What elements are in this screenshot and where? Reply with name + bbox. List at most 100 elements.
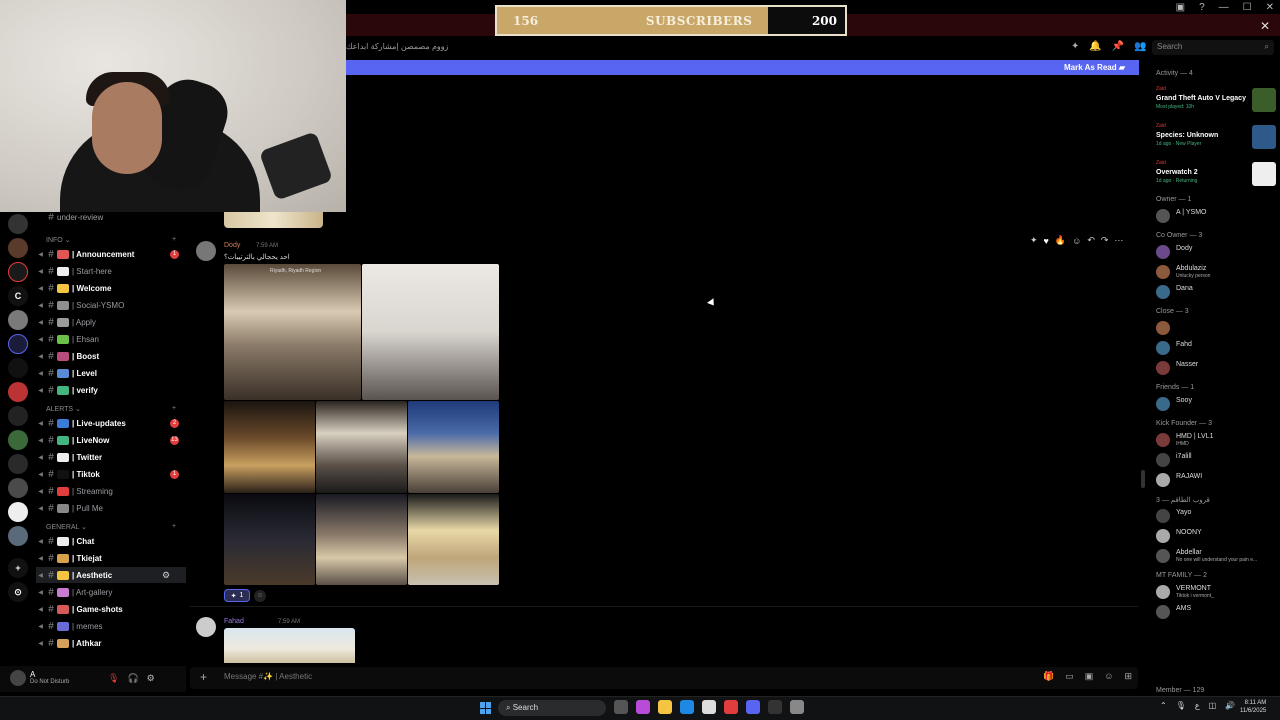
channel-item[interactable]: ◀ # | Announcement 1 xyxy=(36,246,186,262)
member-item[interactable]: AMS xyxy=(1156,604,1280,622)
volume-icon[interactable]: 🔊 xyxy=(1225,701,1235,710)
forward-icon[interactable]: ↷ xyxy=(1101,235,1109,246)
mark-as-read-bar[interactable]: Mark As Read ▰ xyxy=(346,60,1139,75)
add-channel-icon[interactable]: + xyxy=(172,236,176,243)
add-channel-icon[interactable]: + xyxy=(172,405,176,412)
channel-item[interactable]: ◀ # | Tkiejat xyxy=(36,550,186,566)
members-icon[interactable]: 👥 xyxy=(1134,41,1146,52)
server-icon[interactable] xyxy=(8,454,28,474)
channel-item[interactable]: ◀ # | Game-shots xyxy=(36,601,186,617)
bell-icon[interactable]: 🔔 xyxy=(1089,41,1101,52)
close-icon[interactable]: ✕ xyxy=(1260,19,1270,33)
deafen-icon[interactable]: 🎧 xyxy=(127,673,138,684)
server-icon[interactable] xyxy=(8,262,28,282)
mute-icon[interactable]: 🎙 xyxy=(108,673,119,684)
channel-item[interactable]: ◀ # | Aesthetic ⚙ xyxy=(36,567,186,583)
clock[interactable]: 8:11 AM 11/6/2025 xyxy=(1240,699,1266,715)
member-item[interactable]: Dana xyxy=(1156,284,1280,302)
server-icon-c[interactable]: C xyxy=(8,286,28,306)
avatar[interactable] xyxy=(196,241,216,261)
wifi-icon[interactable]: ◫ xyxy=(1209,701,1217,710)
channel-item[interactable]: ◀ # | Tiktok 1 xyxy=(36,466,186,482)
channel-item[interactable]: ◀ # | Apply xyxy=(36,314,186,330)
server-icon[interactable] xyxy=(8,382,28,402)
file-explorer-icon[interactable] xyxy=(658,700,672,714)
message-author[interactable]: Fahad xyxy=(224,618,244,625)
server-icon[interactable] xyxy=(8,334,28,354)
channel-item[interactable]: ◀ # | Live-updates 2 xyxy=(36,415,186,431)
channel-under-review[interactable]: # under-review xyxy=(36,209,186,225)
inbox-icon[interactable]: ▣ xyxy=(1176,2,1185,13)
channel-item[interactable]: ◀ # | Ehsan xyxy=(36,331,186,347)
channel-item[interactable]: ◀ # | Social-YSMO xyxy=(36,297,186,313)
message-image[interactable] xyxy=(224,401,315,493)
member-item[interactable]: i7alill xyxy=(1156,452,1280,470)
server-icon[interactable] xyxy=(8,430,28,450)
brave-icon[interactable] xyxy=(724,700,738,714)
channel-item[interactable]: ◀ # | LiveNow 13 xyxy=(36,432,186,448)
add-server-icon[interactable]: + xyxy=(8,558,28,578)
member-item[interactable]: HMD | LVL1 IHMD xyxy=(1156,432,1280,450)
reply-icon[interactable]: ↶ xyxy=(1087,235,1095,246)
sticker-icon[interactable]: ▣ xyxy=(1085,671,1094,682)
server-icon[interactable] xyxy=(8,502,28,522)
taskbar-search[interactable]: ⌕ Search xyxy=(498,700,606,716)
member-item[interactable]: Abdulaziz Unlucky person xyxy=(1156,264,1280,282)
task-view-icon[interactable] xyxy=(614,700,628,714)
message-image[interactable] xyxy=(408,494,499,585)
activity-card[interactable]: Zaid Overwatch 2 1d ago · Returning xyxy=(1156,160,1278,194)
close-window-button[interactable]: ✕ xyxy=(1266,2,1274,13)
gift-icon[interactable]: 🎁 xyxy=(1043,671,1054,682)
category-general[interactable]: GENERAL ⌄ + xyxy=(46,523,176,531)
message-image[interactable] xyxy=(224,628,355,663)
copilot-icon[interactable] xyxy=(636,700,650,714)
channel-item[interactable]: ◀ # | Start-here xyxy=(36,263,186,279)
mic-icon[interactable]: 🎙 xyxy=(1176,701,1186,710)
channel-settings-icon[interactable]: ⚙ xyxy=(162,570,170,581)
attach-icon[interactable]: + xyxy=(200,670,207,684)
react-icon[interactable]: ✦ xyxy=(1030,235,1038,246)
category-alerts[interactable]: ALERTS ⌄ + xyxy=(46,405,176,413)
member-item[interactable]: Sooy xyxy=(1156,396,1280,414)
channel-item[interactable]: ◀ # | memes xyxy=(36,618,186,634)
previous-message-image[interactable] xyxy=(224,212,323,228)
message-image[interactable] xyxy=(408,401,499,493)
channel-item[interactable]: ◀ # | Chat xyxy=(36,533,186,549)
store-icon[interactable] xyxy=(702,700,716,714)
edge-icon[interactable] xyxy=(680,700,694,714)
channel-item[interactable]: ◀ # | verify xyxy=(36,382,186,398)
message-author[interactable]: Dody xyxy=(224,242,240,249)
discord-icon[interactable] xyxy=(746,700,760,714)
pin-icon[interactable]: 📌 xyxy=(1112,41,1124,52)
channel-item[interactable]: ◀ # | Athkar xyxy=(36,635,186,651)
channel-item[interactable]: ◀ # | Level xyxy=(36,365,186,381)
activity-card[interactable]: Zaid Grand Theft Auto V Legacy Most played… xyxy=(1156,86,1278,120)
avatar[interactable] xyxy=(196,617,216,637)
server-icon[interactable] xyxy=(8,526,28,546)
threads-icon[interactable]: ✦ xyxy=(1071,41,1079,52)
message-image[interactable] xyxy=(316,401,407,493)
reaction-pill[interactable]: ✦ 1 xyxy=(224,589,250,602)
scrollbar[interactable] xyxy=(1141,470,1145,488)
member-item[interactable]: NOONY xyxy=(1156,528,1280,546)
minimize-button[interactable]: — xyxy=(1219,2,1229,13)
maximize-button[interactable]: ☐ xyxy=(1243,2,1252,13)
member-item[interactable]: Fahd xyxy=(1156,340,1280,358)
member-item[interactable]: Dody xyxy=(1156,244,1280,262)
server-icon[interactable] xyxy=(8,406,28,426)
category-info[interactable]: INFO ⌄ + xyxy=(46,236,176,244)
channel-item[interactable]: ◀ # | Streaming xyxy=(36,483,186,499)
member-item[interactable]: VERMONT Tiktok i vermont_ xyxy=(1156,584,1280,602)
message-image[interactable] xyxy=(362,264,499,400)
language-icon[interactable]: ع xyxy=(1195,701,1200,710)
help-icon[interactable]: ? xyxy=(1199,2,1205,13)
chevron-up-icon[interactable]: ⌃ xyxy=(1160,701,1167,710)
discover-icon[interactable]: ⊙ xyxy=(8,582,28,602)
capcut-icon[interactable] xyxy=(768,700,782,714)
server-icon[interactable] xyxy=(8,214,28,234)
windows-start-icon[interactable] xyxy=(480,702,492,714)
channel-item[interactable]: ◀ # | Pull Me xyxy=(36,500,186,516)
more-icon[interactable]: ⋯ xyxy=(1114,235,1123,246)
member-item[interactable]: Nasser xyxy=(1156,360,1280,378)
heart-icon[interactable]: ♥ xyxy=(1044,236,1049,246)
